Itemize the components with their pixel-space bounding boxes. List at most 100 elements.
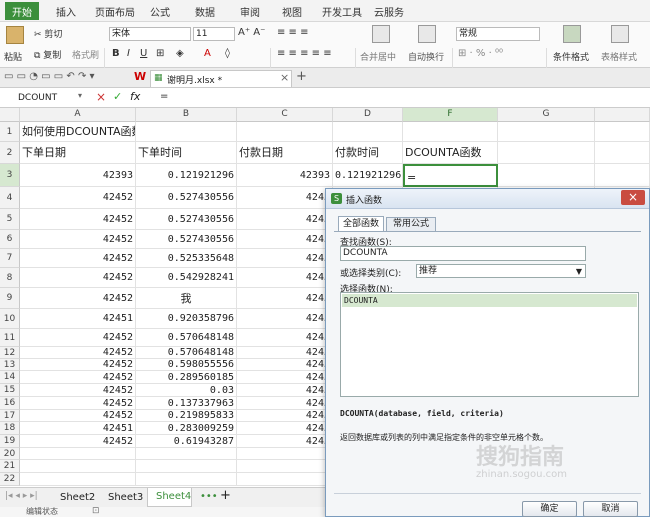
row-header[interactable]: 11	[0, 329, 20, 347]
number-format-select[interactable]: 常规	[456, 27, 540, 41]
table-cell[interactable]: 42452	[20, 209, 136, 230]
sheet-tab-active[interactable]: Sheet4	[147, 488, 192, 507]
cut-button[interactable]: ✂ 剪切	[34, 27, 62, 40]
table-cell[interactable]: 0.283009259	[136, 422, 237, 435]
table-cell[interactable]	[20, 460, 136, 473]
table-cell[interactable]: 0.61943287	[136, 435, 237, 448]
dialog-close-button[interactable]: ×	[621, 190, 645, 205]
table-cell[interactable]	[237, 448, 333, 460]
table-cell[interactable]	[136, 122, 237, 142]
table-cell[interactable]	[595, 122, 650, 142]
table-cell[interactable]	[498, 122, 595, 142]
clear-format-icon[interactable]: ◊	[225, 48, 230, 59]
table-cell[interactable]: 0.121921296	[333, 164, 403, 187]
table-cell[interactable]: 0.527430556	[136, 187, 237, 209]
row-header[interactable]: 1	[0, 122, 20, 142]
table-cell[interactable]: 4245	[237, 359, 333, 371]
row-header[interactable]: 3	[0, 164, 20, 187]
table-cell[interactable]: 42452	[20, 288, 136, 309]
row-header[interactable]: 10	[0, 309, 20, 329]
chevron-down-icon[interactable]: ▾	[78, 91, 82, 100]
table-cell[interactable]: 0.527430556	[136, 209, 237, 230]
table-cell[interactable]: 42393	[237, 164, 333, 187]
row-header[interactable]: 4	[0, 187, 20, 209]
table-cell[interactable]	[20, 473, 136, 486]
table-cell[interactable]: 如何使用DCOUNTA函数	[20, 122, 136, 142]
border-icon[interactable]: ⊞	[156, 48, 164, 59]
table-cell[interactable]: 42451	[20, 309, 136, 329]
tab-all-functions[interactable]: 全部函数	[338, 216, 384, 231]
list-item[interactable]: DCOUNTA	[342, 294, 637, 307]
row-header[interactable]: 22	[0, 473, 20, 486]
table-cell[interactable]: 42452	[20, 187, 136, 209]
table-cell[interactable]: 4245	[237, 435, 333, 448]
more-sheets-button[interactable]: •••	[200, 491, 218, 502]
font-size-select[interactable]: 11	[193, 27, 235, 41]
column-header[interactable]: F	[403, 108, 498, 122]
table-cell[interactable]: 0.121921296	[136, 164, 237, 187]
table-cell[interactable]: 4245	[237, 187, 333, 209]
table-cell[interactable]: 42452	[20, 384, 136, 397]
table-cell[interactable]: 4245	[237, 209, 333, 230]
function-list[interactable]: DCOUNTA	[340, 292, 639, 397]
quick-access-icons[interactable]: ▭ ▭ ◔ ▭ ▭ ↶ ↷ ▾	[4, 71, 95, 82]
table-cell[interactable]: 42452	[20, 249, 136, 268]
table-cell[interactable]: 0.570648148	[136, 347, 237, 359]
table-cell[interactable]	[136, 460, 237, 473]
tab-cloud[interactable]: 云服务	[374, 4, 404, 19]
italic-icon[interactable]: I	[127, 48, 130, 59]
row-header[interactable]: 6	[0, 230, 20, 249]
table-cell[interactable]: 0.289560185	[136, 371, 237, 384]
sheet-tab[interactable]: Sheet2	[60, 492, 95, 503]
table-cell[interactable]: 0.570648148	[136, 329, 237, 347]
column-header[interactable]	[595, 108, 650, 122]
table-cell[interactable]: 我	[136, 288, 237, 309]
search-function-input[interactable]: DCOUNTA	[340, 246, 586, 261]
tab-home[interactable]: 开始	[5, 2, 39, 20]
table-cell[interactable]	[136, 448, 237, 460]
table-cell[interactable]: 0.137337963	[136, 397, 237, 410]
row-header[interactable]: 2	[0, 142, 20, 164]
percent-icon[interactable]: ⊞ · % · ⁰⁰	[458, 48, 503, 59]
row-header[interactable]: 12	[0, 347, 20, 359]
table-cell[interactable]: 0.920358796	[136, 309, 237, 329]
row-header[interactable]: 7	[0, 249, 20, 268]
table-cell[interactable]: 42452	[20, 397, 136, 410]
tab-view[interactable]: 视图	[282, 4, 302, 19]
table-cell[interactable]: 0.542928241	[136, 268, 237, 288]
add-sheet-button[interactable]: +	[220, 488, 231, 503]
table-cell[interactable]: 42452	[20, 359, 136, 371]
wrap-text-icon[interactable]	[418, 25, 436, 43]
table-cell[interactable]	[237, 473, 333, 486]
table-cell[interactable]	[403, 122, 498, 142]
table-cell[interactable]: 4245	[237, 288, 333, 309]
table-cell[interactable]: 42452	[20, 371, 136, 384]
row-header[interactable]: 21	[0, 460, 20, 473]
table-cell[interactable]: 4245	[237, 329, 333, 347]
copy-button[interactable]: ⧉ 复制	[34, 48, 61, 61]
record-macro-icon[interactable]: ⊡	[92, 506, 100, 516]
row-header[interactable]: 5	[0, 209, 20, 230]
column-header[interactable]: D	[333, 108, 403, 122]
table-style-button[interactable]: 表格样式	[601, 50, 637, 63]
font-color-icon[interactable]: A	[204, 48, 211, 59]
table-cell[interactable]: 42452	[20, 435, 136, 448]
row-header[interactable]: 15	[0, 384, 20, 397]
wrap-text-button[interactable]: 自动换行	[408, 50, 444, 63]
sheet-nav-icons[interactable]: |◂ ◂ ▸ ▸|	[5, 491, 38, 501]
row-header[interactable]: 13	[0, 359, 20, 371]
table-cell[interactable]	[237, 122, 333, 142]
row-header[interactable]: 18	[0, 422, 20, 435]
column-header[interactable]: A	[20, 108, 136, 122]
tab-formulas[interactable]: 公式	[150, 4, 170, 19]
confirm-formula-icon[interactable]: ✓	[113, 90, 122, 103]
table-cell[interactable]: 4245	[237, 397, 333, 410]
table-cell[interactable]: 4245	[237, 384, 333, 397]
table-cell[interactable]: 42452	[20, 347, 136, 359]
column-header[interactable]: G	[498, 108, 595, 122]
tab-insert[interactable]: 插入	[56, 4, 76, 19]
table-cell[interactable]: 4245	[237, 230, 333, 249]
row-header[interactable]: 19	[0, 435, 20, 448]
bold-icon[interactable]: B	[112, 48, 120, 59]
format-painter-button[interactable]: 格式刷	[72, 48, 99, 61]
